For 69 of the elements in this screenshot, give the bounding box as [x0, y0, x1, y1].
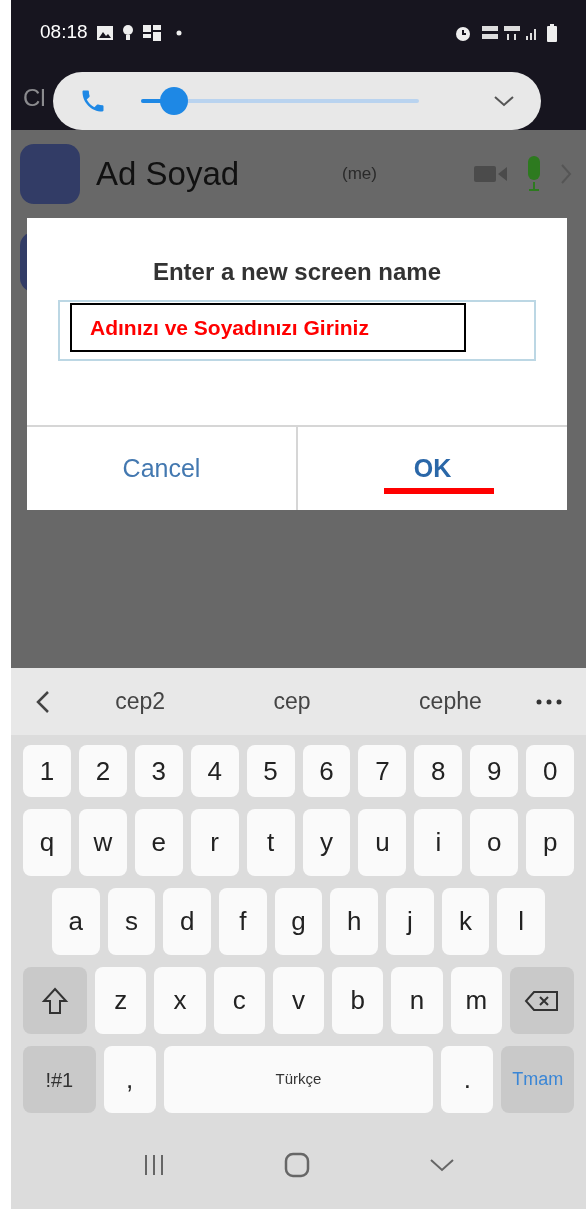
- word-suggestion[interactable]: cephe: [419, 684, 482, 719]
- header-title: Cl: [23, 82, 46, 113]
- camera-icon: [474, 164, 508, 184]
- keyboard-key[interactable]: x: [154, 967, 206, 1034]
- participant-name: Ad Soyad: [96, 154, 241, 195]
- shift-key[interactable]: [23, 967, 88, 1034]
- volume-thumb[interactable]: [160, 87, 189, 115]
- bulb-icon: [121, 23, 134, 42]
- backspace-icon: [523, 988, 560, 1013]
- keyboard-key[interactable]: .: [441, 1046, 494, 1113]
- image-icon: [95, 24, 114, 41]
- keyboard-key[interactable]: s: [107, 888, 156, 955]
- keyboard-key[interactable]: 0: [526, 745, 575, 797]
- keyboard-key[interactable]: 4: [190, 745, 239, 797]
- keyboard-key[interactable]: p: [526, 809, 575, 876]
- keyboard-key[interactable]: y: [302, 809, 351, 876]
- keyboard-key[interactable]: 7: [358, 745, 407, 797]
- participant-tag: (me): [342, 161, 377, 187]
- word-suggestion[interactable]: cep2: [115, 684, 166, 719]
- dialog-title: Enter a new screen name: [152, 257, 442, 287]
- keyboard-key[interactable]: 6: [302, 745, 351, 797]
- keyboard-key[interactable]: 5: [246, 745, 295, 797]
- keyboard-key[interactable]: d: [163, 888, 211, 955]
- keyboard-key[interactable]: r: [190, 809, 239, 876]
- keyboard-key[interactable]: e: [134, 809, 183, 876]
- keyboard-key[interactable]: m: [450, 967, 502, 1034]
- keyboard-key[interactable]: h: [330, 888, 379, 955]
- keyboard-key[interactable]: o: [470, 809, 519, 876]
- battery-icon: [547, 23, 557, 42]
- more-icon[interactable]: [536, 698, 562, 705]
- keyboard-key[interactable]: c: [213, 967, 265, 1034]
- keyboard-key[interactable]: ,: [103, 1046, 156, 1113]
- keyboard-key[interactable]: z: [95, 967, 147, 1034]
- chevron-left-icon[interactable]: [35, 689, 51, 714]
- keyboard-key[interactable]: f: [219, 888, 267, 955]
- keyboard-key[interactable]: j: [386, 888, 434, 955]
- chevron-down-icon[interactable]: [493, 94, 515, 108]
- keyboard-key[interactable]: 2: [78, 745, 127, 797]
- keyboard-key[interactable]: t: [246, 809, 295, 876]
- avatar: [20, 144, 80, 204]
- space-key[interactable]: Türkçe: [163, 1046, 434, 1113]
- keyboard-key[interactable]: v: [272, 967, 325, 1034]
- keyboard-key[interactable]: a: [52, 888, 100, 955]
- keyboard-key[interactable]: i: [414, 809, 463, 876]
- keyboard-key[interactable]: u: [358, 809, 407, 876]
- keyboard-key[interactable]: n: [391, 967, 443, 1034]
- backspace-key[interactable]: [509, 967, 574, 1034]
- name-input-field[interactable]: Adınızı ve Soyadınızı Giriniz: [58, 300, 536, 361]
- word-suggestion[interactable]: cep: [273, 684, 311, 719]
- keyboard-key[interactable]: b: [332, 967, 384, 1034]
- tiles-icon: [141, 23, 164, 42]
- keyboard-key[interactable]: 9: [470, 745, 519, 797]
- status-time: 08:18: [40, 20, 88, 45]
- symbols-key[interactable]: !#1: [23, 1046, 96, 1113]
- annotation-label: Adınızı ve Soyadınızı Giriniz: [70, 303, 466, 352]
- shift-icon: [41, 985, 70, 1016]
- keyboard-key[interactable]: 3: [134, 745, 183, 797]
- keyboard-key[interactable]: w: [78, 809, 127, 876]
- keyboard-key[interactable]: 8: [414, 745, 463, 797]
- dot-icon: [175, 29, 182, 36]
- keyboard-key[interactable]: k: [441, 888, 490, 955]
- keyboard-key[interactable]: l: [497, 888, 546, 955]
- chevron-down-icon[interactable]: [428, 1157, 455, 1173]
- cancel-button[interactable]: Cancel: [122, 449, 201, 488]
- ok-button[interactable]: OK: [413, 449, 452, 488]
- keyboard-key[interactable]: g: [274, 888, 323, 955]
- home-icon[interactable]: [284, 1152, 311, 1178]
- keyboard-key[interactable]: 1: [23, 745, 71, 797]
- keyboard-key[interactable]: q: [23, 809, 71, 876]
